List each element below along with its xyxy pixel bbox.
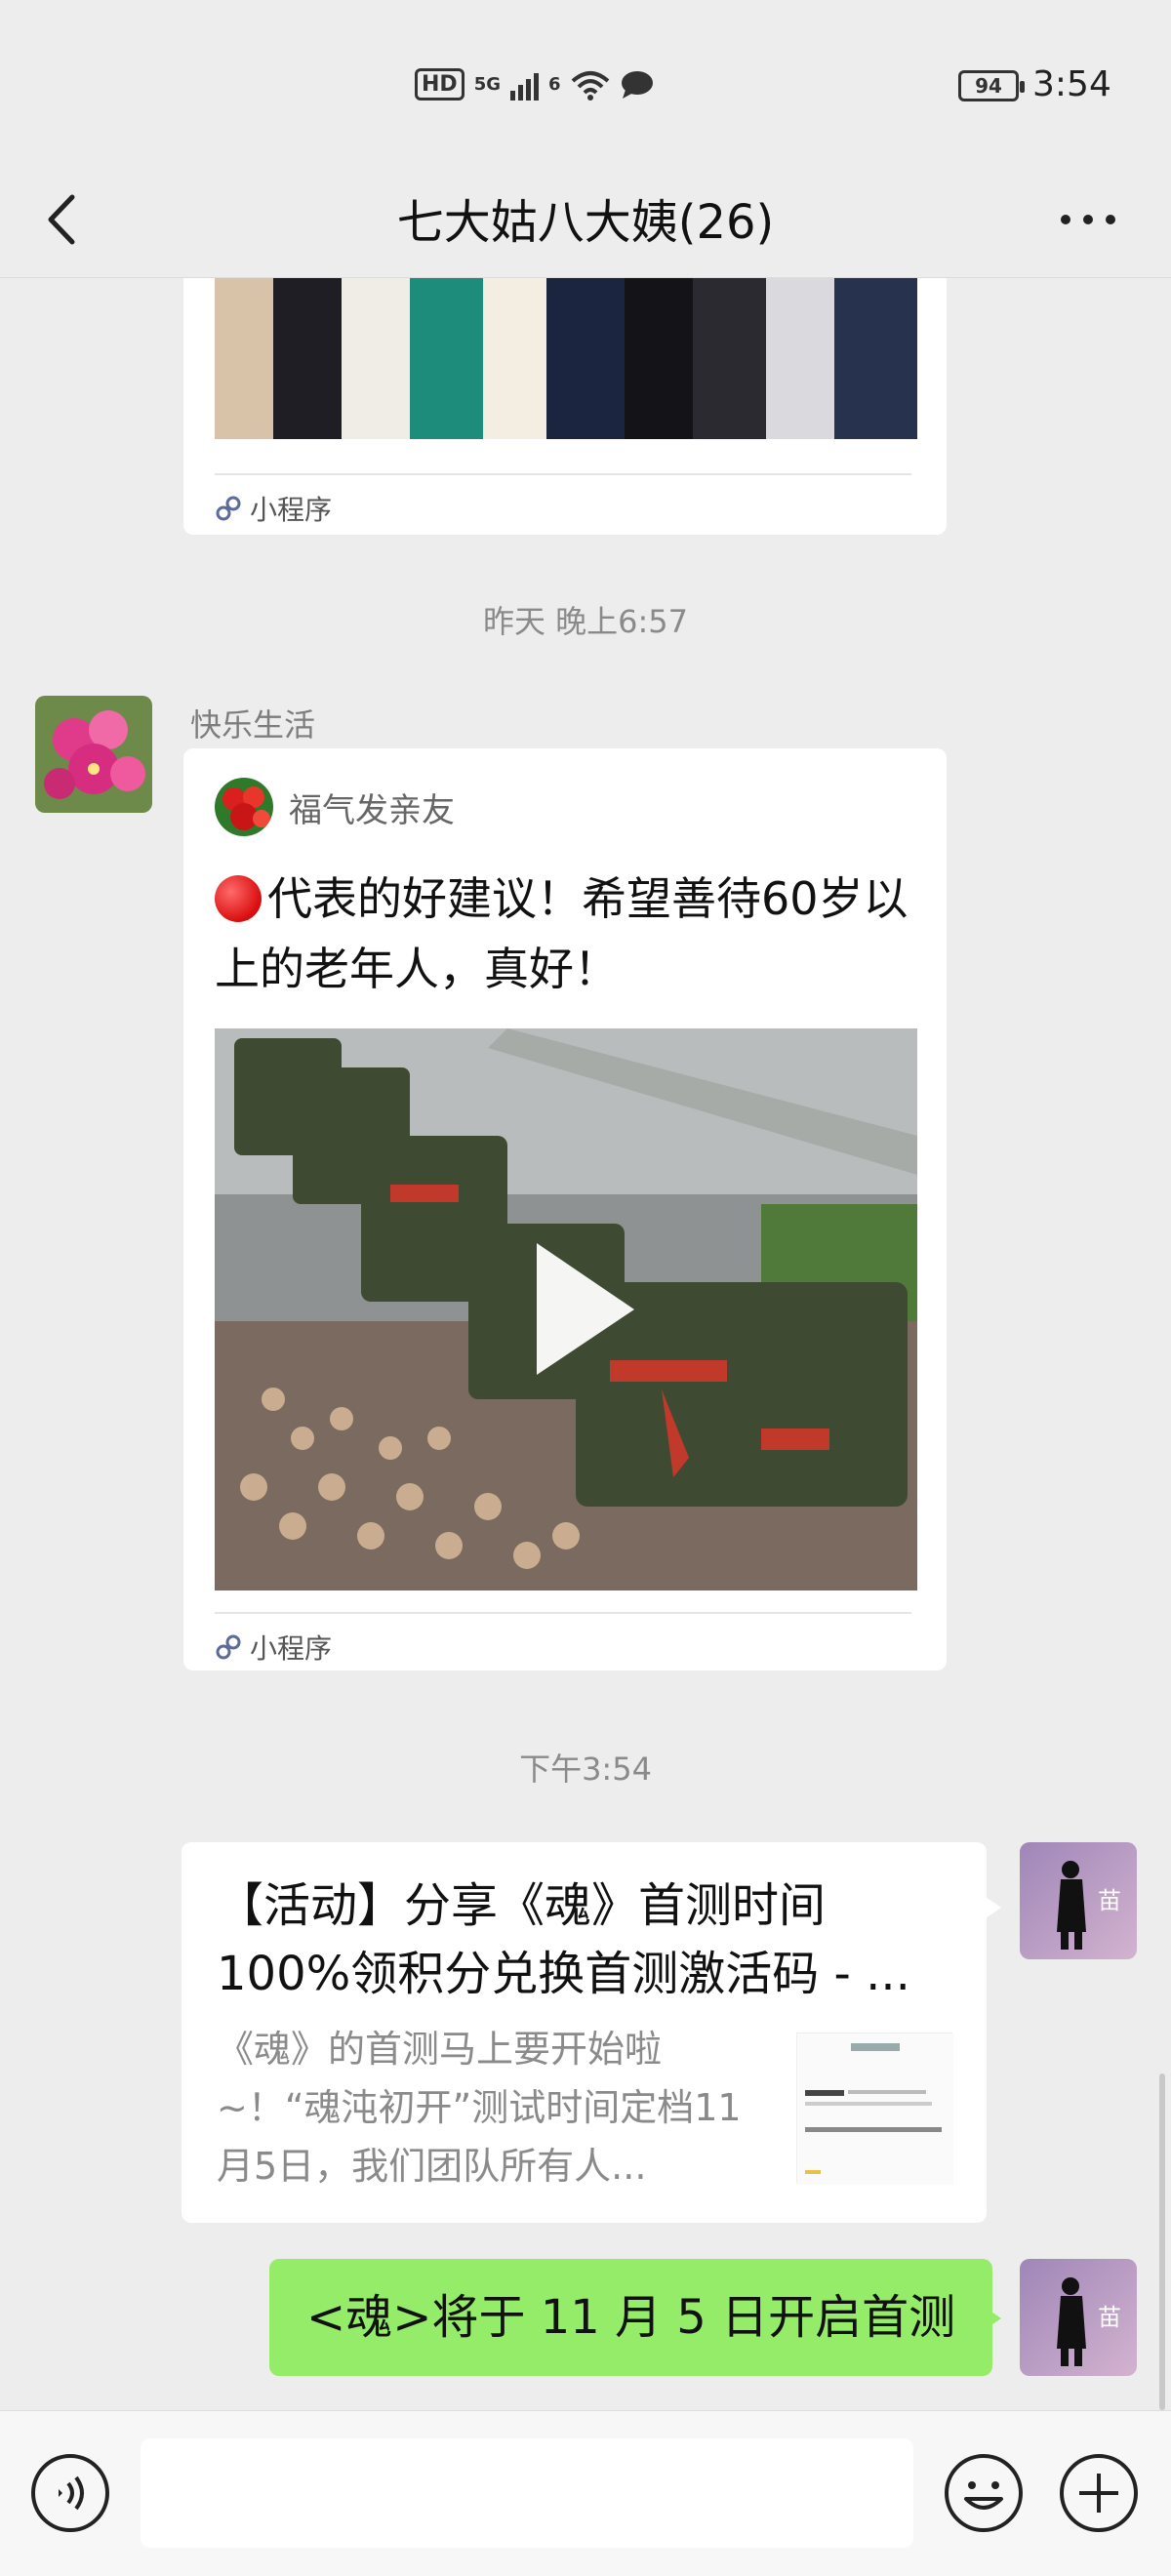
- scrollbar-thumb[interactable]: [1159, 2073, 1165, 2410]
- self-avatar-image: 苗: [1020, 2259, 1137, 2376]
- mini-program-card[interactable]: 小程序: [183, 278, 947, 535]
- source-name: 福气发亲友: [289, 790, 455, 830]
- source-avatar: [215, 778, 273, 836]
- source-avatar-image: [215, 778, 273, 836]
- bubble-tail: [986, 1897, 1001, 1918]
- status-time: 3:54: [1032, 64, 1111, 104]
- source-row: 福气发亲友: [215, 778, 455, 836]
- svg-text:苗: 苗: [1098, 1887, 1121, 1914]
- signal-icon: [510, 69, 539, 101]
- mini-program-icon: [216, 496, 241, 521]
- self-avatar-image: 苗: [1020, 1842, 1137, 1959]
- input-bar: [0, 2410, 1171, 2576]
- status-icons: HD 5G 6: [415, 68, 655, 101]
- mini-program-footer: 小程序: [215, 1612, 911, 1667]
- status-bar: HD 5G 6 94 3:54: [0, 0, 1171, 166]
- video-image: [215, 1028, 917, 1590]
- video-thumbnail[interactable]: [215, 1028, 917, 1590]
- avatar[interactable]: 苗: [1020, 2259, 1137, 2376]
- timestamp: 昨天 晚上6:57: [482, 603, 689, 640]
- post-title: 代表的好建议！希望善待60岁以上的老年人，真好！: [215, 864, 917, 1004]
- voice-icon[interactable]: [29, 2452, 111, 2534]
- share-thumbnail: [796, 2033, 953, 2185]
- battery-indicator: 94: [958, 70, 1025, 101]
- mini-program-icon: [216, 1634, 241, 1660]
- sender-name: 快乐生活: [190, 706, 316, 744]
- red-circle-icon: [215, 875, 262, 922]
- text-message-bubble[interactable]: <魂>将于 11 月 5 日开启首测: [269, 2259, 993, 2376]
- message-notification-icon: [621, 70, 653, 99]
- network-type: 5G: [473, 73, 501, 95]
- mini-program-footer: 小程序: [215, 473, 911, 528]
- more-dots-icon[interactable]: [1054, 185, 1122, 254]
- message-list[interactable]: 小程序 昨天 晚上6:57 快乐生活 福气发亲友 代表的好建议！希望善待60岁以…: [0, 278, 1171, 2410]
- link-share-card[interactable]: 【活动】分享《魂》首测时间100%领积分兑换首测激活码 - ... 《魂》的首测…: [182, 1842, 987, 2223]
- avatar[interactable]: [35, 696, 152, 813]
- message-input[interactable]: [141, 2438, 913, 2548]
- mini-program-label: 小程序: [250, 1632, 333, 1665]
- chat-title: 七大姑八大姨(26): [396, 195, 775, 250]
- avatar[interactable]: 苗: [1020, 1842, 1137, 1959]
- plus-icon[interactable]: [1058, 2452, 1140, 2534]
- photo-thumbnail: [215, 278, 917, 439]
- post-title-text: 代表的好建议！希望善待60岁以上的老年人，真好！: [215, 872, 909, 995]
- chat-header: 七大姑八大姨(26): [0, 166, 1171, 278]
- emoji-icon[interactable]: [943, 2452, 1025, 2534]
- mini-program-card[interactable]: 福气发亲友 代表的好建议！希望善待60岁以上的老年人，真好！ 小程序: [183, 748, 947, 1670]
- mini-program-label: 小程序: [250, 494, 333, 526]
- bubble-tail: [986, 2308, 1001, 2329]
- wifi-icon: [571, 70, 609, 101]
- flower-avatar-image: [35, 696, 152, 813]
- timestamp: 下午3:54: [519, 1751, 652, 1788]
- hd-badge: HD: [415, 68, 464, 101]
- share-title: 【活动】分享《魂》首测时间100%领积分兑换首测激活码 - ...: [217, 1878, 910, 2001]
- share-description: 《魂》的首测马上要开始啦~！“魂沌初开”测试时间定档11月5日，我们团队所有人.…: [217, 2028, 742, 2188]
- svg-text:苗: 苗: [1098, 2304, 1121, 2331]
- wifi-badge: 6: [548, 73, 561, 95]
